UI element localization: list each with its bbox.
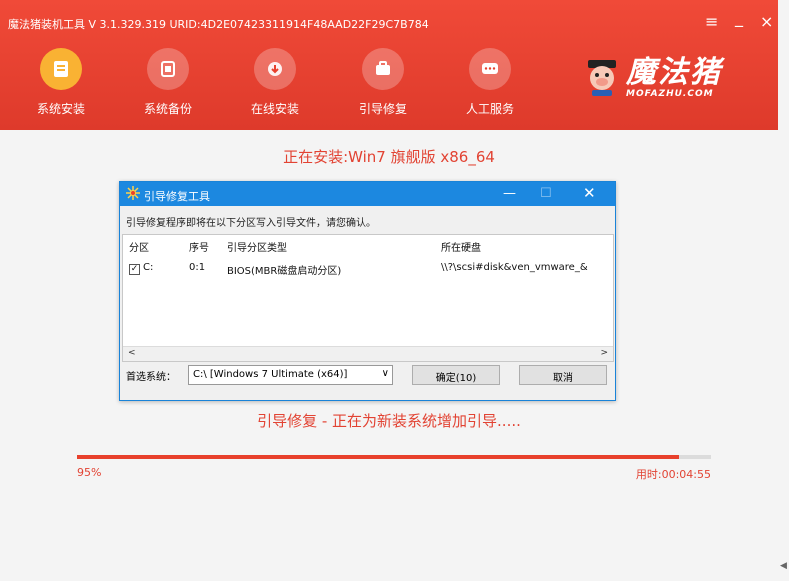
close-button[interactable]: ×	[760, 12, 773, 31]
chat-icon	[469, 48, 511, 90]
dialog-title: 引导修复工具	[144, 190, 210, 203]
progress-fill	[77, 455, 680, 459]
nav-label: 引导修复	[358, 102, 407, 116]
installing-title: 正在安装:Win7 旗舰版 x86_64	[283, 148, 495, 166]
partition-list[interactable]: 分区 序号 引导分区类型 所在硬盘 ✓ C: 0:1 BIOS(MBR磁盘启动分区…	[122, 234, 614, 362]
dialog-minimize-button[interactable]: —	[503, 186, 516, 201]
resize-arrow-icon: ◀	[780, 561, 787, 571]
logo-subtext: MOFAZHU.COM	[626, 89, 714, 99]
brand-logo: 魔法猪 MOFAZHU.COM	[584, 50, 722, 106]
nav-label: 系统安装	[36, 102, 85, 116]
row-disk: \\?\scsi#disk&ven_vmware_&	[441, 262, 588, 273]
nav-item-system-install[interactable]: 系统安装	[21, 48, 101, 117]
scroll-left-icon[interactable]: <	[128, 348, 136, 358]
progress-bar	[77, 455, 711, 459]
elapsed-time: 用时:00:04:55	[635, 468, 711, 481]
row-index: 0:1	[189, 262, 206, 273]
install-icon	[40, 48, 82, 90]
main-nav: 系统安装 系统备份 在线安装 引导修复 人工服务	[0, 48, 560, 128]
list-item[interactable]: ✓ C: 0:1 BIOS(MBR磁盘启动分区) \\?\scsi#disk&ve…	[123, 259, 613, 277]
app-window: 魔法猪装机工具 V 3.1.329.319 URID:4D2E074233119…	[0, 0, 789, 581]
progress-percent: 95%	[77, 466, 102, 479]
scroll-right-icon[interactable]: >	[600, 348, 608, 358]
cancel-button[interactable]: 取消	[519, 365, 607, 385]
backup-icon	[147, 48, 189, 90]
preferred-system-select[interactable]: C:\ [Windows 7 Ultimate (x64)] ∨	[188, 365, 393, 385]
nav-item-boot-repair[interactable]: 引导修复	[343, 48, 423, 117]
menu-icon[interactable]: ≡	[705, 12, 718, 31]
partition-checkbox[interactable]: ✓	[129, 264, 140, 275]
preferred-system-value: C:\ [Windows 7 Ultimate (x64)]	[193, 369, 348, 380]
dialog-close-button[interactable]: ✕	[583, 184, 596, 202]
pig-mascot-icon	[588, 60, 616, 96]
nav-label: 系统备份	[143, 102, 192, 116]
preferred-system-label: 首选系统：	[126, 372, 176, 383]
dialog-maximize-button[interactable]: ☐	[540, 186, 552, 201]
partition-label: C:	[143, 262, 154, 273]
window-title: 魔法猪装机工具 V 3.1.329.319 URID:4D2E074233119…	[8, 18, 429, 31]
confirm-button[interactable]: 确定(10)	[412, 365, 500, 385]
chevron-down-icon: ∨	[381, 368, 389, 379]
minimize-button[interactable]: _	[735, 8, 743, 27]
logo-text: 魔法猪	[626, 55, 722, 90]
boot-repair-dialog: 引导修复工具 — ☐ ✕ 引导修复程序即将在以下分区写入引导文件，请您确认。 分…	[119, 181, 616, 401]
dialog-titlebar: 引导修复工具 — ☐ ✕	[120, 182, 615, 206]
row-type: BIOS(MBR磁盘启动分区)	[227, 266, 342, 277]
nav-label: 在线安装	[250, 102, 299, 116]
column-header[interactable]: 分区	[129, 239, 149, 254]
repair-icon	[362, 48, 404, 90]
column-header[interactable]: 引导分区类型	[227, 239, 287, 254]
nav-label: 人工服务	[465, 102, 514, 116]
online-install-icon	[254, 48, 296, 90]
tool-icon	[126, 186, 140, 203]
repair-status: 引导修复 - 正在为新装系统增加引导.....	[257, 412, 521, 430]
dialog-message: 引导修复程序即将在以下分区写入引导文件，请您确认。	[126, 218, 376, 229]
column-header[interactable]: 所在硬盘	[441, 239, 481, 254]
list-header: 分区 序号 引导分区类型 所在硬盘	[123, 235, 613, 255]
dialog-footer: 首选系统： C:\ [Windows 7 Ultimate (x64)] ∨ 确…	[126, 365, 607, 385]
header-bar: 魔法猪装机工具 V 3.1.329.319 URID:4D2E074233119…	[0, 0, 778, 130]
nav-item-online-install[interactable]: 在线安装	[235, 48, 315, 117]
nav-item-manual-service[interactable]: 人工服务	[450, 48, 530, 117]
nav-item-system-backup[interactable]: 系统备份	[128, 48, 208, 117]
horizontal-scrollbar[interactable]: < >	[123, 346, 613, 361]
column-header[interactable]: 序号	[189, 239, 209, 254]
